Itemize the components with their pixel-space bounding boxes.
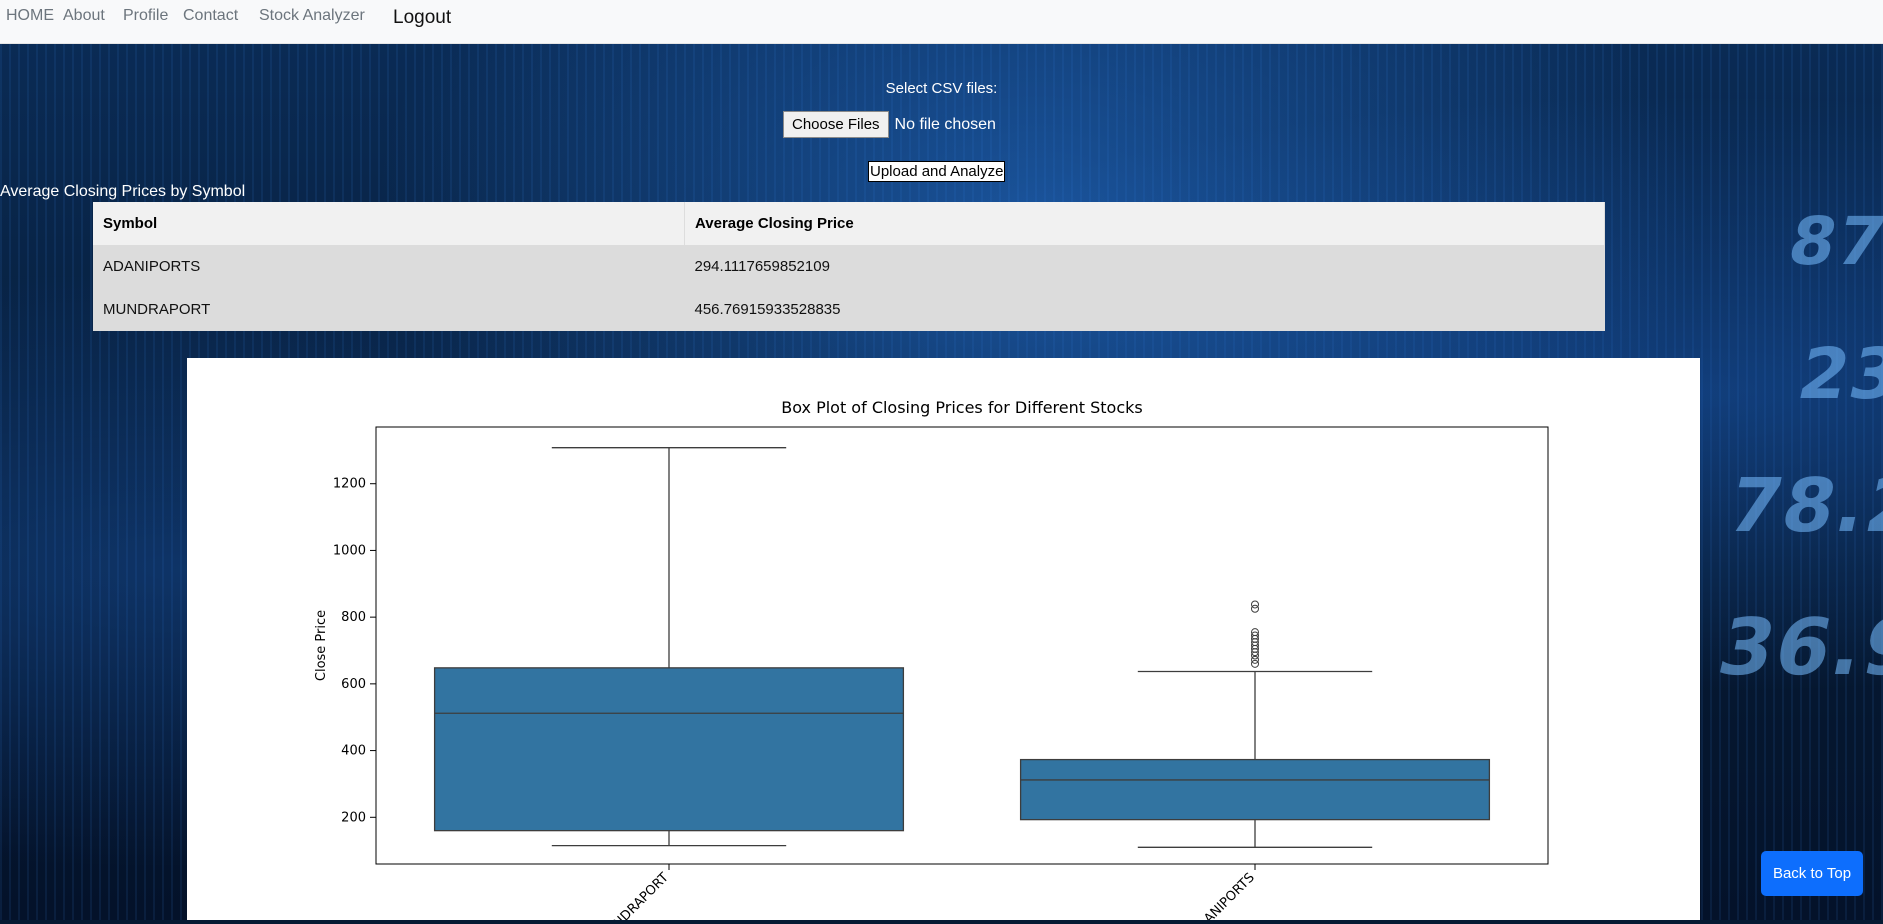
average-prices-table: Symbol Average Closing Price ADANIPORTS … bbox=[93, 202, 1605, 331]
top-navbar: HOME About Profile Contact Stock Analyze… bbox=[0, 0, 1883, 44]
column-header-symbol: Symbol bbox=[93, 202, 685, 245]
nav-about-link[interactable]: About bbox=[63, 7, 105, 25]
chart-title: Box Plot of Closing Prices for Different… bbox=[781, 398, 1143, 417]
nav-profile-link[interactable]: Profile bbox=[123, 7, 168, 25]
box-plot-chart: Box Plot of Closing Prices for Different… bbox=[187, 358, 1700, 924]
back-to-top-button[interactable]: Back to Top bbox=[1761, 851, 1863, 896]
file-status-text: No file chosen bbox=[894, 115, 996, 133]
y-tick-label: 800 bbox=[341, 610, 366, 625]
y-tick-label: 1200 bbox=[333, 477, 366, 492]
upload-analyze-button[interactable]: Upload and Analyze bbox=[868, 161, 1006, 182]
table-title: Average Closing Prices by Symbol bbox=[0, 183, 246, 200]
average-cell: 456.76915933528835 bbox=[684, 288, 1605, 331]
x-tick-label: ANIPORTS bbox=[1201, 870, 1257, 920]
y-tick-label: 400 bbox=[341, 744, 366, 759]
bg-number: 23. bbox=[1791, 333, 1883, 415]
nav-contact-link[interactable]: Contact bbox=[183, 7, 238, 25]
nav-stock-analyzer-link[interactable]: Stock Analyzer bbox=[259, 7, 365, 25]
average-cell: 294.1117659852109 bbox=[684, 245, 1605, 288]
choose-files-button[interactable]: Choose Files bbox=[783, 111, 889, 138]
symbol-cell: ADANIPORTS bbox=[93, 245, 685, 288]
table-header-row: Symbol Average Closing Price bbox=[93, 202, 1605, 245]
outlier-point bbox=[1251, 600, 1259, 609]
nav-home-link[interactable]: HOME bbox=[6, 7, 54, 25]
y-tick-label: 600 bbox=[341, 677, 366, 692]
y-axis-label: Close Price bbox=[314, 610, 329, 681]
box-plot-svg: Box Plot of Closing Prices for Different… bbox=[314, 398, 1549, 924]
x-tick-label: NDRAPORT bbox=[611, 870, 672, 920]
bg-number: 87 bbox=[1781, 203, 1883, 280]
table-row: ADANIPORTS 294.1117659852109 bbox=[93, 245, 1605, 288]
box-adaniports bbox=[1019, 758, 1491, 821]
bg-number: 78.2 bbox=[1720, 463, 1883, 549]
symbol-cell: MUNDRAPORT bbox=[93, 288, 685, 331]
logout-link[interactable]: Logout bbox=[393, 7, 451, 29]
file-input[interactable]: Choose Files No file chosen bbox=[783, 111, 996, 138]
bg-number: 36.9 bbox=[1710, 603, 1883, 693]
box-mundraport bbox=[433, 667, 905, 832]
table-row: MUNDRAPORT 456.76915933528835 bbox=[93, 288, 1605, 331]
column-header-average: Average Closing Price bbox=[684, 202, 1605, 245]
outlier-point bbox=[1251, 659, 1259, 668]
y-tick-label: 200 bbox=[341, 810, 366, 825]
select-csv-label: Select CSV files: bbox=[885, 80, 998, 97]
y-tick-label: 1000 bbox=[333, 543, 366, 558]
